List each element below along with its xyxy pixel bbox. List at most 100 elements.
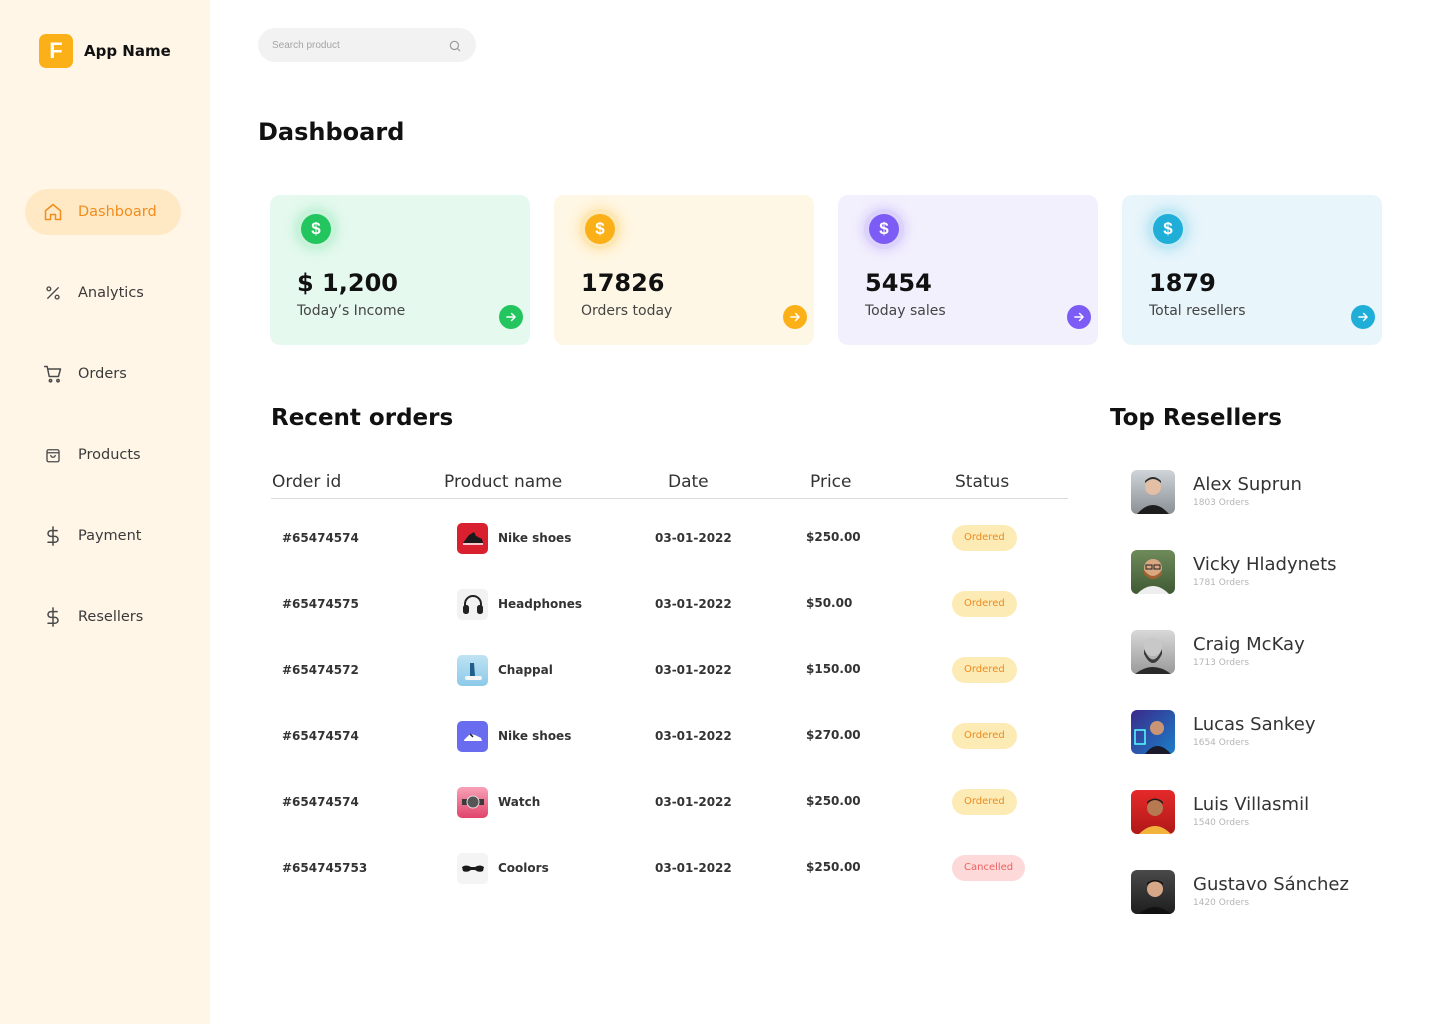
sidebar-item-payment[interactable]: Payment [25, 513, 181, 559]
stat-value: $ 1,200 [297, 269, 398, 297]
dollar-icon [42, 525, 64, 547]
stat-card-income: $ $ 1,200 Today’s Income [270, 195, 530, 345]
sidebar-item-orders[interactable]: Orders [25, 351, 181, 397]
stat-label: Orders today [581, 303, 673, 319]
sidebar-item-products[interactable]: Products [25, 432, 181, 478]
sidebar-item-label: Analytics [78, 285, 144, 301]
reseller-orders: 1713 Orders [1193, 658, 1250, 668]
stat-value: 1879 [1149, 269, 1216, 297]
sidebar-item-label: Products [78, 447, 141, 463]
stat-value: 5454 [865, 269, 932, 297]
order-date: 03-01-2022 [655, 795, 732, 809]
product-name: Coolors [498, 861, 549, 875]
arrow-right-icon[interactable] [1067, 305, 1091, 329]
avatar [1131, 550, 1175, 594]
search-bar [258, 28, 476, 62]
table-row[interactable]: #65474574 Nike shoes 03-01-2022 $270.00 … [271, 711, 1068, 761]
column-header: Date [668, 472, 709, 492]
stat-card-orders: $ 17826 Orders today [554, 195, 814, 345]
dollar-icon [42, 606, 64, 628]
bag-icon [42, 444, 64, 466]
search-icon[interactable] [448, 38, 462, 52]
stat-label: Total resellers [1149, 303, 1246, 319]
order-price: $250.00 [806, 860, 861, 874]
recent-orders-title: Recent orders [271, 405, 454, 431]
status-cell: Cancelled [952, 843, 1026, 893]
order-date: 03-01-2022 [655, 729, 732, 743]
arrow-right-icon[interactable] [1351, 305, 1375, 329]
order-price: $250.00 [806, 794, 861, 808]
avatar [1131, 790, 1175, 834]
sidebar-item-label: Resellers [78, 609, 144, 625]
reseller-name: Vicky Hladynets [1193, 554, 1337, 575]
sneaker-thumbnail [457, 720, 488, 752]
order-id: #654745753 [282, 861, 368, 875]
status-cell: Ordered [952, 513, 1017, 563]
dollar-coin-icon: $ [580, 209, 620, 249]
product-name: Headphones [498, 597, 583, 611]
table-row[interactable]: #65474574 Nike shoes 03-01-2022 $250.00 … [271, 513, 1068, 563]
reseller-item[interactable]: Luis Villasmil 1540 Orders [1131, 790, 1391, 836]
reseller-name: Gustavo Sánchez [1193, 874, 1349, 895]
app-name: App Name [84, 42, 171, 60]
arrow-right-icon[interactable] [783, 305, 807, 329]
reseller-orders: 1654 Orders [1193, 738, 1250, 748]
product-name: Nike shoes [498, 729, 572, 743]
cart-icon [42, 363, 64, 385]
table-row[interactable]: #65474574 Watch 03-01-2022 $250.00 Order… [271, 777, 1068, 827]
order-id: #65474575 [282, 597, 359, 611]
sidebar-item-label: Payment [78, 528, 142, 544]
table-row[interactable]: #65474575 Headphones 03-01-2022 $50.00 O… [271, 579, 1068, 629]
sidebar-item-label: Dashboard [78, 204, 157, 220]
reseller-item[interactable]: Gustavo Sánchez 1420 Orders [1131, 870, 1391, 916]
table-divider [271, 498, 1068, 499]
reseller-orders: 1420 Orders [1193, 898, 1250, 908]
order-date: 03-01-2022 [655, 531, 732, 545]
reseller-orders: 1781 Orders [1193, 578, 1250, 588]
status-badge: Cancelled [952, 855, 1026, 881]
order-date: 03-01-2022 [655, 597, 732, 611]
order-id: #65474574 [282, 729, 359, 743]
status-cell: Ordered [952, 645, 1017, 695]
column-header: Price [810, 472, 852, 492]
avatar [1131, 870, 1175, 914]
table-row[interactable]: #654745753 Coolors 03-01-2022 $250.00 Ca… [271, 843, 1068, 893]
product-cell: Watch [457, 777, 540, 827]
sunglasses-thumbnail [457, 852, 488, 884]
status-cell: Ordered [952, 579, 1017, 629]
reseller-name: Craig McKay [1193, 634, 1305, 655]
product-name: Watch [498, 795, 541, 809]
percent-icon [42, 282, 64, 304]
table-row[interactable]: #65474572 Chappal 03-01-2022 $150.00 Ord… [271, 645, 1068, 695]
reseller-orders: 1540 Orders [1193, 818, 1250, 828]
reseller-item[interactable]: Lucas Sankey 1654 Orders [1131, 710, 1391, 756]
status-cell: Ordered [952, 777, 1017, 827]
sneaker-thumbnail [457, 522, 488, 554]
status-cell: Ordered [952, 711, 1017, 761]
reseller-name: Alex Suprun [1193, 474, 1302, 495]
sandal-thumbnail [457, 654, 488, 686]
stat-label: Today’s Income [297, 303, 406, 319]
status-badge: Ordered [952, 657, 1017, 683]
dollar-coin-icon: $ [864, 209, 904, 249]
stat-card-sales: $ 5454 Today sales [838, 195, 1098, 345]
reseller-item[interactable]: Vicky Hladynets 1781 Orders [1131, 550, 1391, 596]
reseller-item[interactable]: Craig McKay 1713 Orders [1131, 630, 1391, 676]
product-cell: Chappal [457, 645, 553, 695]
home-icon [42, 201, 64, 223]
top-resellers-title: Top Resellers [1110, 405, 1282, 431]
sidebar-item-analytics[interactable]: Analytics [25, 270, 181, 316]
order-id: #65474574 [282, 795, 359, 809]
dollar-coin-icon: $ [296, 209, 336, 249]
sidebar-item-dashboard[interactable]: Dashboard [25, 189, 181, 235]
arrow-right-icon[interactable] [499, 305, 523, 329]
sidebar-item-resellers[interactable]: Resellers [25, 594, 181, 640]
reseller-item[interactable]: Alex Suprun 1803 Orders [1131, 470, 1391, 516]
search-input[interactable] [272, 39, 448, 51]
brand[interactable]: F App Name [39, 34, 171, 68]
order-price: $270.00 [806, 728, 861, 742]
product-cell: Coolors [457, 843, 549, 893]
stat-label: Today sales [865, 303, 946, 319]
order-id: #65474572 [282, 663, 359, 677]
status-badge: Ordered [952, 789, 1017, 815]
